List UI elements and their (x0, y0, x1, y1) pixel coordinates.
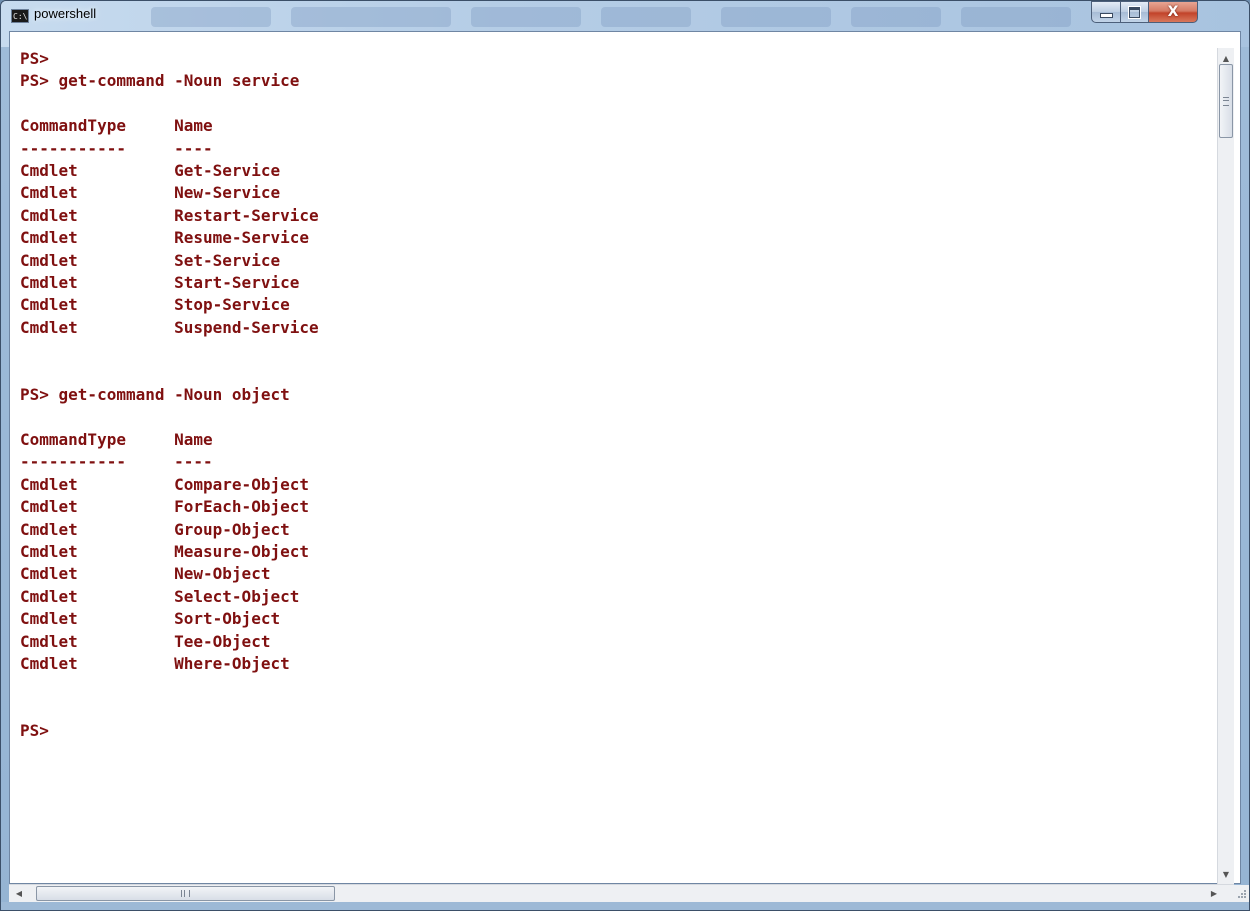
console-app-icon-label: C:\ (13, 12, 28, 21)
console-area[interactable]: PS> PS> get-command -Noun service Comman… (9, 31, 1241, 884)
minimize-button[interactable] (1091, 1, 1121, 23)
title-bar-background (151, 7, 271, 27)
window-bottom-frame (1, 902, 1249, 910)
maximize-icon (1128, 5, 1141, 19)
window-title: powershell (34, 6, 97, 21)
title-bar-background (851, 7, 941, 27)
title-bar-background (291, 7, 451, 27)
vertical-scroll-thumb[interactable] (1219, 64, 1233, 138)
close-icon: X (1167, 4, 1179, 20)
minimize-icon (1099, 12, 1113, 18)
horizontal-scroll-thumb[interactable] (36, 886, 335, 901)
resize-grip-icon[interactable] (1234, 885, 1249, 902)
powershell-window: C:\ powershell X PS> PS> get-command -No… (0, 0, 1250, 911)
title-bar-background (961, 7, 1071, 27)
scroll-left-icon[interactable]: ◀ (11, 885, 27, 902)
maximize-button[interactable] (1120, 1, 1149, 23)
thumb-grip-icon (1223, 97, 1229, 106)
title-bar-background (601, 7, 691, 27)
title-bar-background (471, 7, 581, 27)
console-output[interactable]: PS> PS> get-command -Noun service Comman… (20, 48, 1215, 858)
console-app-icon[interactable]: C:\ (11, 9, 29, 23)
horizontal-scrollbar[interactable]: ◀ ▶ (9, 884, 1234, 902)
thumb-grip-icon (181, 890, 190, 897)
scroll-down-icon[interactable]: ▼ (1218, 866, 1234, 883)
vertical-scrollbar[interactable]: ▲ ▼ (1217, 48, 1234, 884)
title-bar-background (721, 7, 831, 27)
scroll-right-icon[interactable]: ▶ (1206, 885, 1222, 902)
close-button[interactable]: X (1148, 1, 1198, 23)
